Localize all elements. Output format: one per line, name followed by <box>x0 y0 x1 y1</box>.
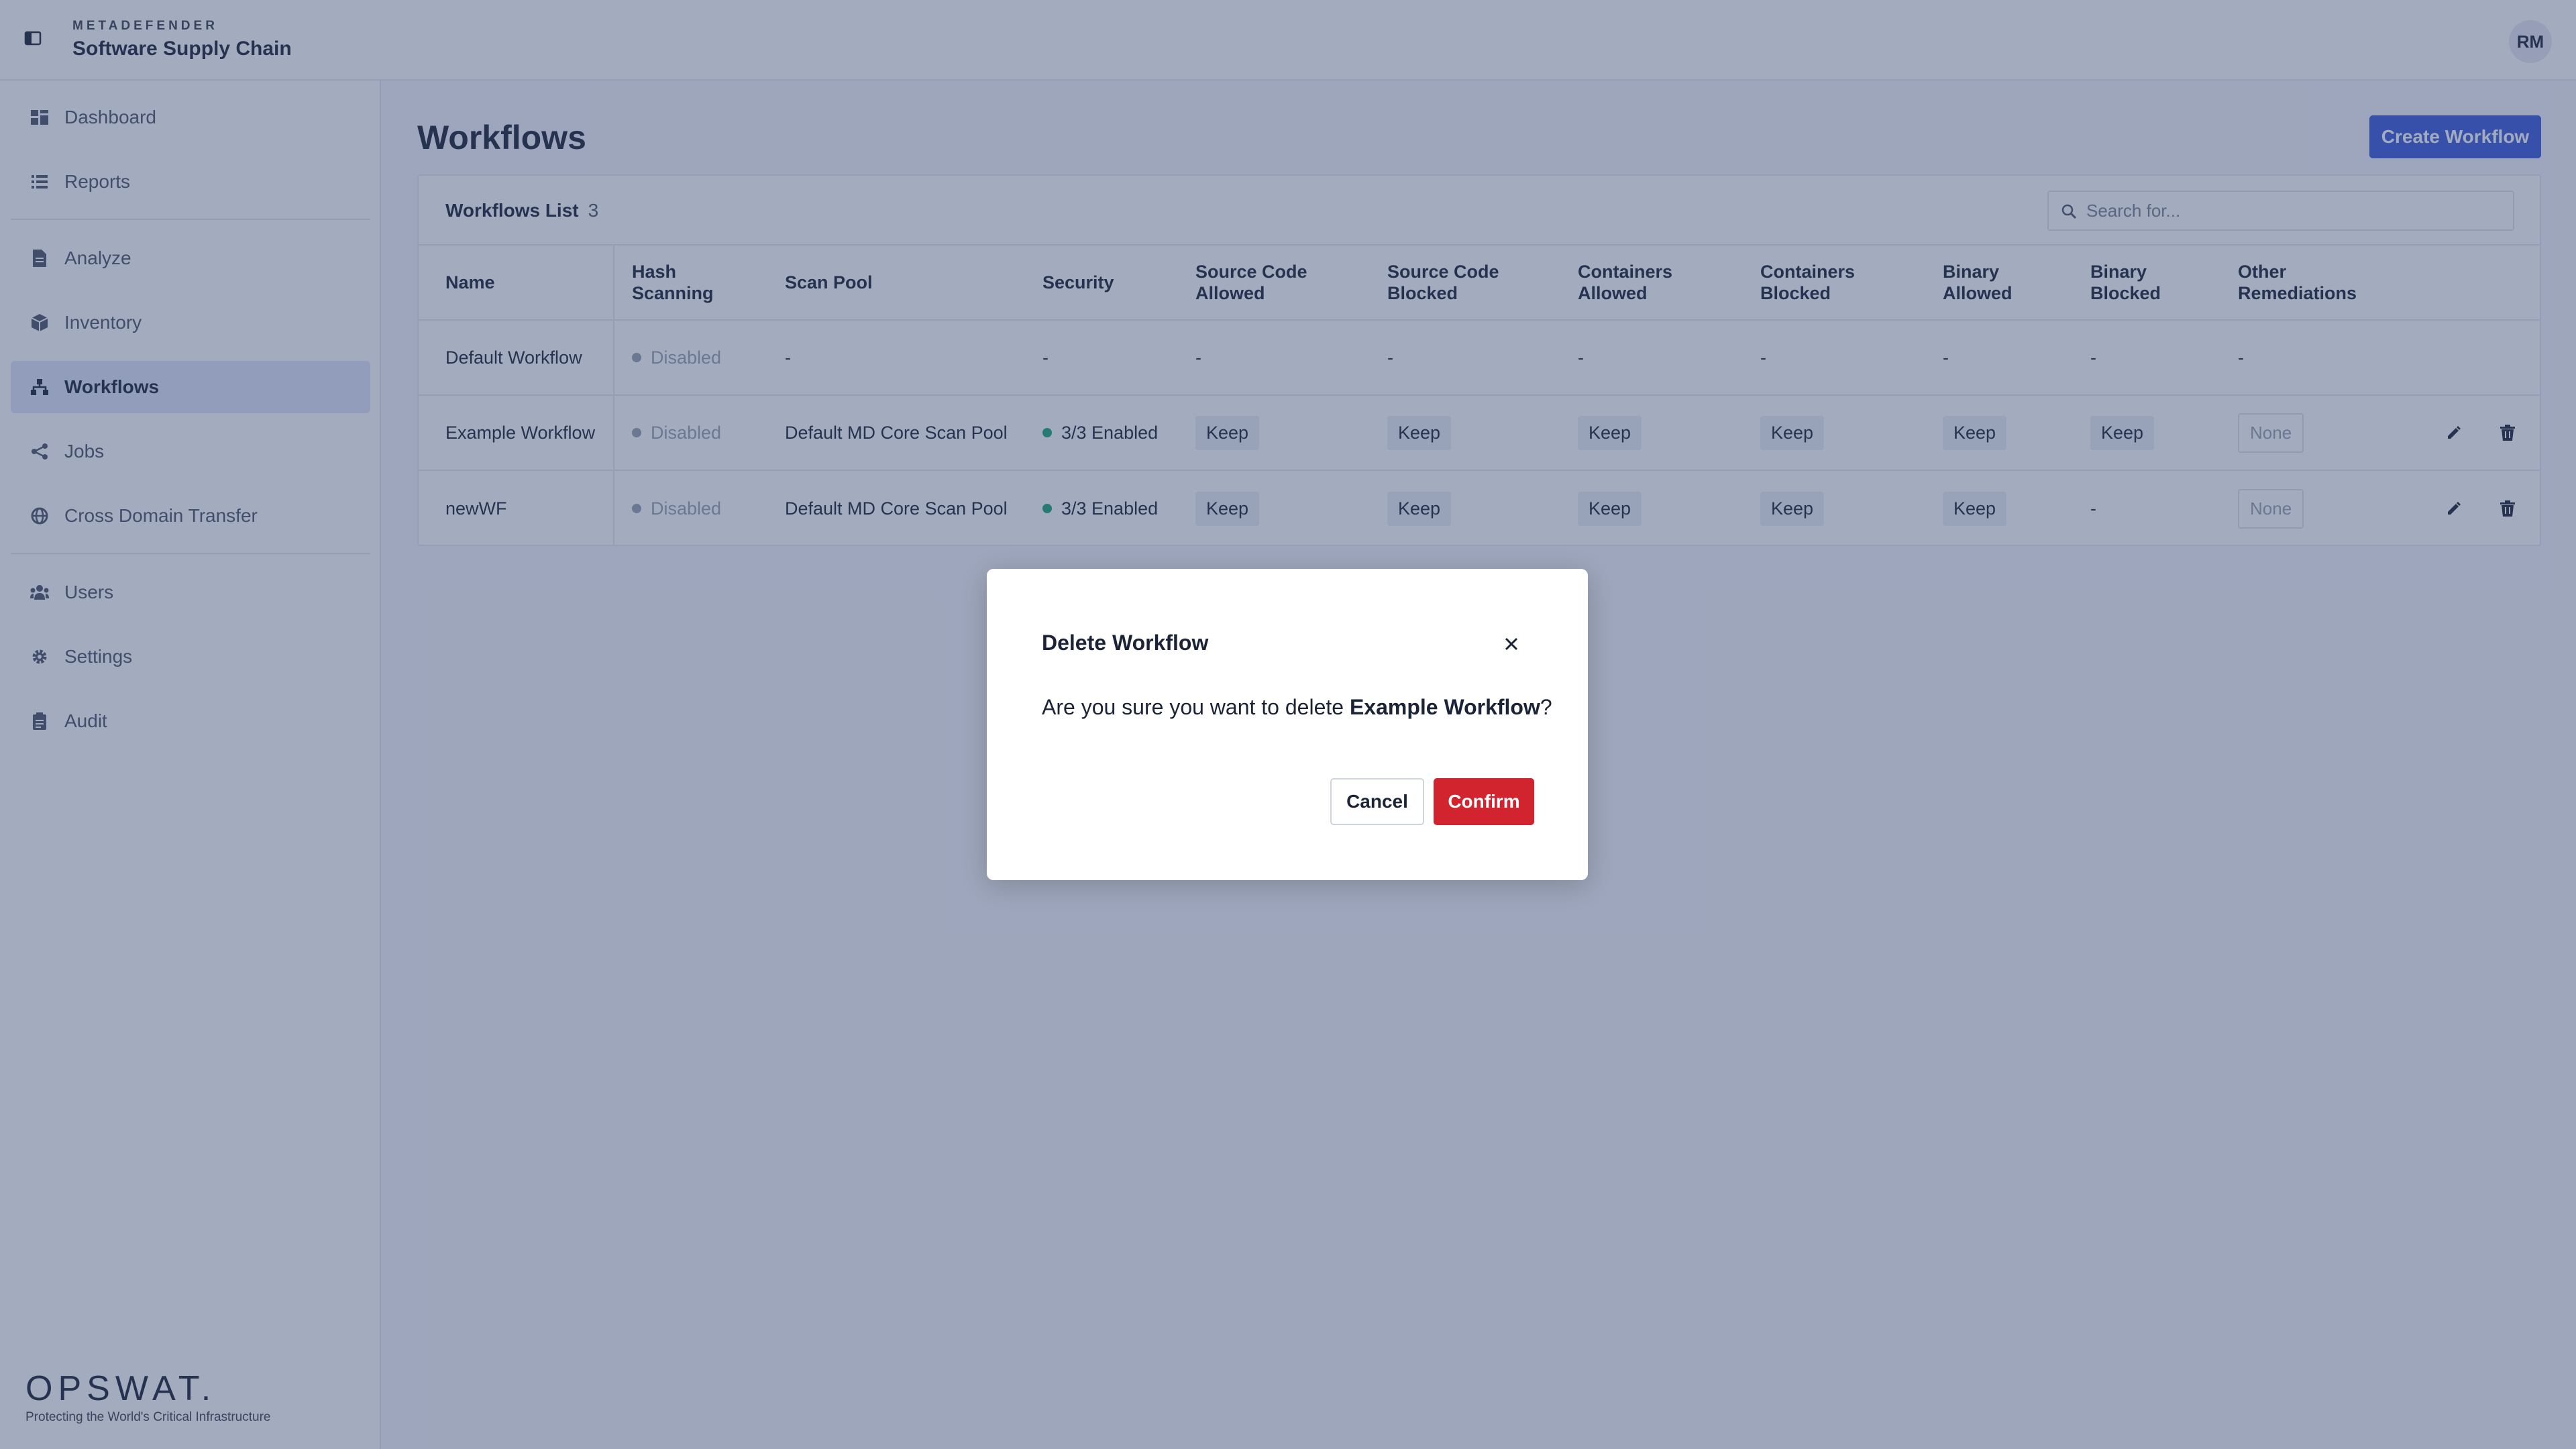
cancel-button[interactable]: Cancel <box>1330 778 1424 825</box>
message-target: Example Workflow <box>1349 695 1540 719</box>
close-icon[interactable] <box>1499 632 1523 656</box>
delete-workflow-dialog: Delete Workflow Are you sure you want to… <box>987 569 1588 880</box>
dialog-message: Are you sure you want to delete Example … <box>1042 695 1552 720</box>
dialog-title: Delete Workflow <box>1042 631 1209 655</box>
message-suffix: ? <box>1540 695 1552 719</box>
message-prefix: Are you sure you want to delete <box>1042 695 1350 719</box>
confirm-button[interactable]: Confirm <box>1434 778 1534 825</box>
